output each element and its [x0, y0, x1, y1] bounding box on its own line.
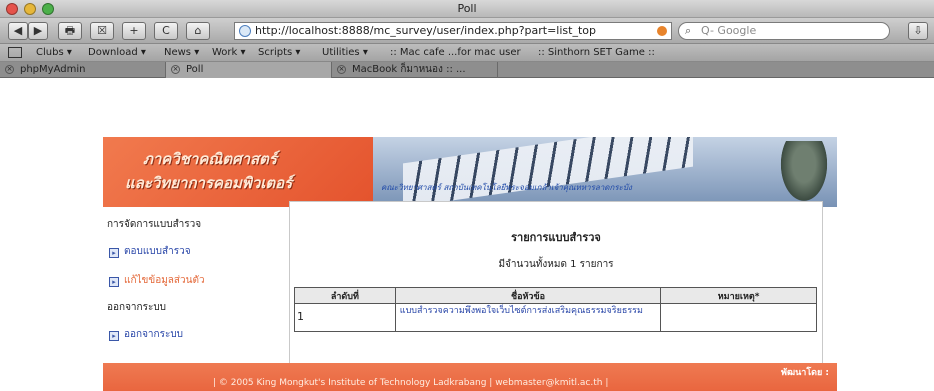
add-bookmark-button[interactable]: +: [122, 22, 146, 40]
browser-toolbar: ◀ ▶ 🖶 ☒ + C ⌂ http://localhost:8888/mc_s…: [0, 18, 934, 44]
sidebar-section-logout: ออกจากระบบ: [107, 302, 167, 313]
row-number-cell: 1: [294, 303, 396, 332]
bookmarks-book-icon[interactable]: [8, 47, 22, 58]
tab-phpmyadmin[interactable]: × phpMyAdmin: [0, 62, 166, 78]
banner-title-panel: ภาควิชาคณิตศาสตร์ และวิทยาการคอมพิวเตอร์: [103, 137, 373, 207]
sidebar-link-edit-profile[interactable]: ▸ แก้ไขข้อมูลส่วนตัว: [109, 273, 205, 288]
tab-label: phpMyAdmin: [20, 64, 86, 75]
bookmark-mac-cafe[interactable]: :: Mac cafe ...for mac user: [390, 47, 521, 58]
sidebar-link-label: แก้ไขข้อมูลส่วนตัว: [124, 275, 205, 286]
arrow-icon: ▸: [109, 248, 119, 258]
bookmark-download[interactable]: Download ▾: [88, 47, 146, 58]
browser-window: Poll ◀ ▶ 🖶 ☒ + C ⌂ http://localhost:8888…: [0, 0, 934, 391]
tab-label: Poll: [186, 64, 204, 75]
bookmark-sinthorn-set-game[interactable]: :: Sinthorn SET Game ::: [538, 47, 655, 58]
table-row: 1 แบบสำรวจความพึงพอใจเว็บไซต์การส่งเสริม…: [294, 303, 817, 332]
tab-macbook[interactable]: × MacBook ก็มาหนอง :: ...: [332, 62, 498, 78]
bookmark-work[interactable]: Work ▾: [212, 47, 246, 58]
print-button[interactable]: 🖶: [58, 22, 82, 40]
banner-department-line1: ภาควิชาคณิตศาสตร์: [143, 150, 277, 168]
survey-table: ลำดับที่ ชื่อหัวข้อ หมายเหตุ* 1 แบบสำรวจ…: [294, 287, 817, 332]
survey-list-panel: รายการแบบสำรวจ มีจำนวนทั้งหมด 1 รายการ ล…: [289, 201, 823, 371]
sidebar-link-answer-survey[interactable]: ▸ ตอบแบบสำรวจ: [109, 244, 191, 259]
column-header-number: ลำดับที่: [294, 287, 396, 304]
banner-image: คณะวิทยาศาสตร์ สถาบันเทคโนโลยีพระจอมเกล้…: [373, 137, 837, 207]
close-tab-icon[interactable]: ×: [337, 65, 346, 74]
site-favicon-icon: [239, 25, 251, 37]
footer-copyright: | © 2005 King Mongkut's Institute of Tec…: [213, 378, 609, 388]
forward-button[interactable]: ▶: [28, 22, 48, 40]
sidebar-menu: การจัดการแบบสำรวจ ▸ ตอบแบบสำรวจ ▸ แก้ไขข้อ…: [103, 207, 281, 367]
back-button[interactable]: ◀: [8, 22, 28, 40]
sidebar-link-label: ออกจากระบบ: [124, 329, 184, 340]
bookmarks-bar: Clubs ▾ Download ▾ News ▾ Work ▾ Scripts…: [0, 44, 934, 62]
rss-icon[interactable]: [657, 26, 667, 36]
survey-topic-link[interactable]: แบบสำรวจความพึงพอใจเว็บไซต์การส่งเสริมคุ…: [394, 303, 662, 332]
close-tab-icon[interactable]: ×: [5, 65, 14, 74]
bookmark-news[interactable]: News ▾: [164, 47, 199, 58]
row-note-cell: [660, 303, 817, 332]
search-icon: ⌕: [685, 24, 692, 37]
column-header-note: หมายเหตุ*: [660, 287, 817, 304]
tab-poll[interactable]: × Poll: [166, 62, 332, 78]
sidebar-link-logout[interactable]: ▸ ออกจากระบบ: [109, 327, 183, 342]
address-bar[interactable]: http://localhost:8888/mc_survey/user/ind…: [234, 22, 672, 40]
survey-list-title: รายการแบบสำรวจ: [511, 231, 601, 244]
title-bar: Poll: [0, 0, 934, 18]
search-field[interactable]: ⌕ Q- Google: [678, 22, 890, 40]
bookmark-scripts[interactable]: Scripts ▾: [258, 47, 300, 58]
statue-image: [777, 141, 831, 207]
arrow-icon: ▸: [109, 331, 119, 341]
downloads-button[interactable]: ⇩: [908, 22, 928, 40]
tab-label: MacBook ก็มาหนอง :: ...: [352, 64, 466, 75]
bookmark-button[interactable]: ☒: [90, 22, 114, 40]
banner-caption: คณะวิทยาศาสตร์ สถาบันเทคโนโลยีพระจอมเกล้…: [381, 183, 632, 192]
page-footer: พัฒนาโดย : | © 2005 King Mongkut's Insti…: [103, 363, 837, 391]
search-placeholder: Q- Google: [701, 24, 757, 37]
column-header-topic: ชื่อหัวข้อ: [394, 287, 662, 304]
bookmark-clubs[interactable]: Clubs ▾: [36, 47, 72, 58]
address-bar-url: http://localhost:8888/mc_survey/user/ind…: [255, 24, 596, 37]
bookmark-utilities[interactable]: Utilities ▾: [322, 47, 368, 58]
survey-count-text: มีจำนวนทั้งหมด 1 รายการ: [498, 259, 614, 270]
banner-department-line2: และวิทยาการคอมพิวเตอร์: [125, 174, 293, 192]
sidebar-link-label: ตอบแบบสำรวจ: [124, 246, 191, 257]
keyboard-image: [403, 137, 693, 207]
window-title: Poll: [457, 2, 477, 15]
page-content: ภาควิชาคณิตศาสตร์ และวิทยาการคอมพิวเตอร์…: [103, 137, 837, 391]
reload-button[interactable]: C: [154, 22, 178, 40]
home-button[interactable]: ⌂: [186, 22, 210, 40]
close-tab-icon[interactable]: ×: [171, 65, 180, 74]
tab-bar: × phpMyAdmin × Poll × MacBook ก็มาหนอง :…: [0, 62, 934, 78]
footer-credit: พัฒนาโดย :: [781, 368, 829, 378]
site-banner: ภาควิชาคณิตศาสตร์ และวิทยาการคอมพิวเตอร์…: [103, 137, 837, 207]
sidebar-section-survey: การจัดการแบบสำรวจ: [107, 219, 202, 230]
arrow-icon: ▸: [109, 277, 119, 287]
table-header-row: ลำดับที่ ชื่อหัวข้อ หมายเหตุ*: [294, 287, 817, 304]
